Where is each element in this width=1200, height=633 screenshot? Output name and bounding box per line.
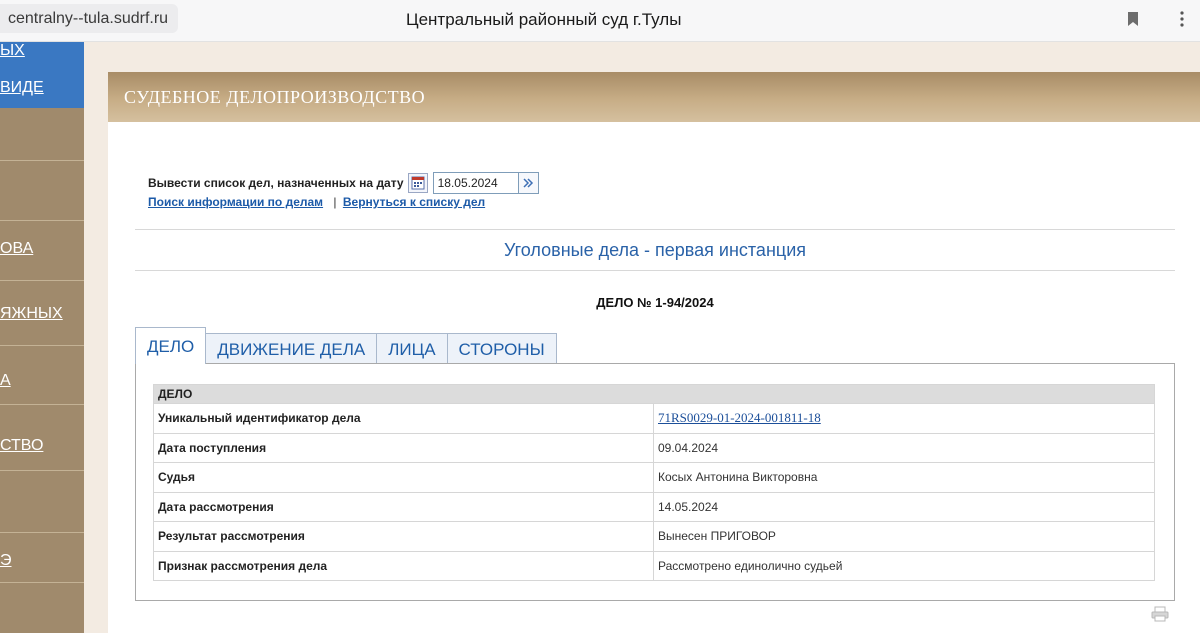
- row-key: Признак рассмотрения дела: [153, 550, 654, 581]
- table-row: Результат рассмотрения Вынесен ПРИГОВОР: [153, 521, 1155, 552]
- row-value: Косых Антонина Викторовна: [653, 462, 1155, 493]
- table-row: Дата поступления 09.04.2024: [153, 432, 1155, 463]
- row-value: 14.05.2024: [653, 491, 1155, 522]
- table-row: Уникальный идентификатор дела 71RS0029-0…: [153, 403, 1155, 434]
- sidebar-item-2[interactable]: ВИДЕ: [0, 79, 44, 97]
- table-row: Дата рассмотрения 14.05.2024: [153, 491, 1155, 522]
- browser-toolbar: centralny--tula.sudrf.ru Центральный рай…: [0, 0, 1200, 42]
- sidebar-divider: [0, 532, 84, 533]
- page-tab-title: Центральный районный суд г.Тулы: [406, 10, 682, 29]
- nav-links: Поиск информации по делам | Вернуться к …: [148, 195, 485, 209]
- left-sidebar: ЫХ ВИДЕ ОВА ЯЖНЫХ А СТВО Э: [0, 42, 84, 633]
- table-row: Судья Косых Антонина Викторовна: [153, 462, 1155, 493]
- case-tabs: ДЕЛО ДВИЖЕНИЕ ДЕЛА ЛИЦА СТОРОНЫ: [135, 327, 557, 364]
- more-menu-icon[interactable]: [1179, 10, 1185, 28]
- back-to-list-link[interactable]: Вернуться к списку дел: [343, 195, 485, 209]
- row-key: Уникальный идентификатор дела: [153, 403, 654, 434]
- section-title: Уголовные дела - первая инстанция: [504, 240, 806, 260]
- links-separator: |: [333, 195, 337, 209]
- row-key: Дата рассмотрения: [153, 491, 654, 522]
- tab-persons[interactable]: ЛИЦА: [376, 333, 448, 364]
- sidebar-divider: [0, 345, 84, 346]
- case-panel: ДЕЛО Уникальный идентификатор дела 71RS0…: [135, 363, 1175, 601]
- print-icon[interactable]: [1151, 606, 1169, 622]
- sidebar-item-7[interactable]: Э: [0, 552, 12, 570]
- bookmark-icon[interactable]: [1127, 11, 1139, 27]
- sidebar-item-4[interactable]: ЯЖНЫХ: [0, 305, 63, 323]
- address-bar[interactable]: centralny--tula.sudrf.ru: [0, 4, 179, 33]
- sidebar-item-6[interactable]: СТВО: [0, 437, 43, 455]
- row-key: Результат рассмотрения: [153, 521, 654, 552]
- date-input[interactable]: [432, 172, 519, 194]
- sidebar-item-3[interactable]: ОВА: [0, 240, 33, 258]
- row-value: Рассмотрено единолично судьей: [653, 550, 1155, 581]
- section-header-band: СУДЕБНОЕ ДЕЛОПРОИЗВОДСТВО: [108, 72, 1200, 122]
- sidebar-divider: [0, 220, 84, 221]
- calendar-icon[interactable]: [407, 173, 428, 193]
- calendar-grid-icon: [411, 176, 425, 190]
- case-uid-link[interactable]: 71RS0029-01-2024-001811-18: [658, 410, 821, 425]
- sidebar-divider: [0, 404, 84, 405]
- table-header: ДЕЛО: [153, 384, 1155, 404]
- page-gutter: [84, 42, 108, 633]
- row-value: 71RS0029-01-2024-001811-18: [653, 403, 1155, 434]
- date-submit-button[interactable]: [518, 172, 539, 194]
- divider: [135, 229, 1175, 230]
- sidebar-item-5[interactable]: А: [0, 372, 11, 390]
- row-value: 09.04.2024: [653, 432, 1155, 463]
- tab-case-movement[interactable]: ДВИЖЕНИЕ ДЕЛА: [205, 333, 378, 364]
- sidebar-divider: [0, 280, 84, 281]
- case-info-table: ДЕЛО Уникальный идентификатор дела 71RS0…: [153, 384, 1155, 581]
- table-header-row: ДЕЛО: [153, 384, 1155, 404]
- case-number: ДЕЛО № 1-94/2024: [596, 295, 714, 310]
- sidebar-divider: [0, 582, 84, 583]
- sidebar-item-1[interactable]: ЫХ: [0, 42, 25, 60]
- row-key: Судья: [153, 462, 654, 493]
- divider: [135, 270, 1175, 271]
- tab-case[interactable]: ДЕЛО: [135, 327, 207, 364]
- table-row: Признак рассмотрения дела Рассмотрено ед…: [153, 550, 1155, 581]
- row-value: Вынесен ПРИГОВОР: [653, 521, 1155, 552]
- sidebar-divider: [0, 160, 84, 161]
- main-content: Вывести список дел, назначенных на дату …: [108, 122, 1200, 633]
- tab-parties[interactable]: СТОРОНЫ: [446, 333, 557, 364]
- double-chevron-right-icon: [523, 178, 534, 188]
- sidebar-divider: [0, 470, 84, 471]
- page-title: СУДЕБНОЕ ДЕЛОПРОИЗВОДСТВО: [124, 87, 426, 107]
- search-cases-link[interactable]: Поиск информации по делам: [148, 195, 323, 209]
- row-key: Дата поступления: [153, 432, 654, 463]
- date-filter: Вывести список дел, назначенных на дату: [148, 172, 539, 194]
- date-filter-label: Вывести список дел, назначенных на дату: [148, 176, 404, 190]
